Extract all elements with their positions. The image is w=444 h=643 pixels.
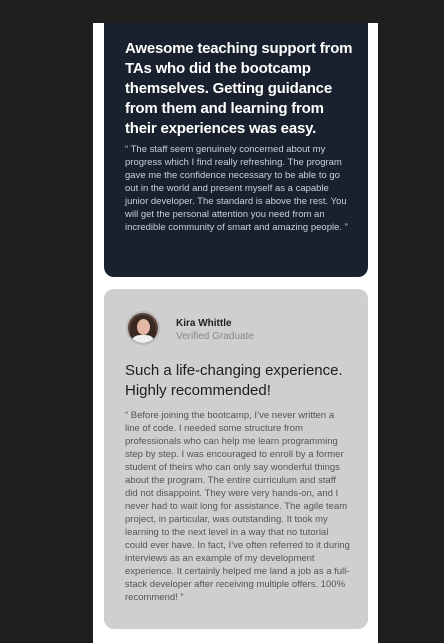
- testimonial-body: “ Before joining the bootcamp, I’ve neve…: [125, 410, 350, 603]
- testimonial-headline: Such a life-changing experience. Highly …: [125, 362, 343, 399]
- testimonial-card-dark: Awesome teaching support from TAs who di…: [104, 23, 368, 277]
- avatar-shoulders: [132, 335, 154, 343]
- avatar-face: [137, 319, 150, 335]
- avatar: [126, 311, 160, 345]
- testimonials-page: Awesome teaching support from TAs who di…: [93, 23, 378, 643]
- reviewer-name: Kira Whittle: [176, 318, 232, 329]
- testimonial-card-light: Kira Whittle Verified Graduate Such a li…: [104, 289, 368, 629]
- reviewer-role: Verified Graduate: [176, 331, 254, 342]
- testimonial-body: “ The staff seem genuinely concerned abo…: [125, 144, 348, 233]
- testimonial-headline: Awesome teaching support from TAs who di…: [125, 40, 353, 137]
